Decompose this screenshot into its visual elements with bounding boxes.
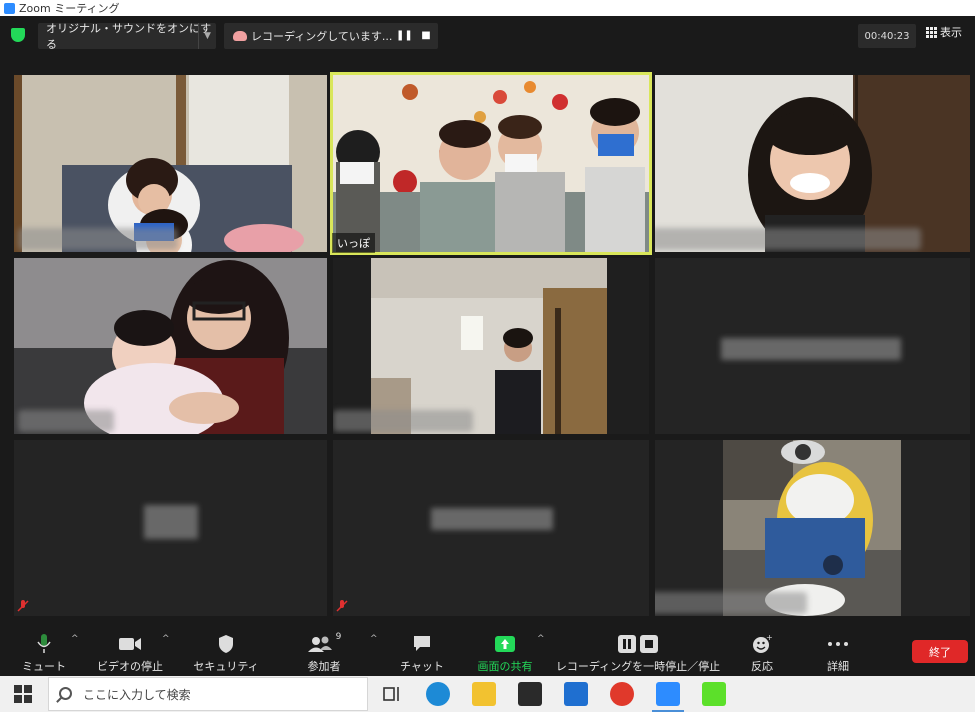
video-tile-8[interactable]	[333, 440, 649, 616]
zoom-taskbar-icon[interactable]	[652, 682, 684, 712]
blurred-participant-name	[144, 505, 198, 539]
participant-video	[14, 75, 327, 252]
share-screen-label: 画面の共有	[477, 660, 533, 673]
share-screen-button[interactable]: 画面の共有	[473, 626, 537, 676]
chat-label: チャット	[400, 660, 444, 673]
more-button[interactable]: 詳細	[820, 626, 856, 676]
view-button[interactable]: 表示	[926, 24, 962, 40]
video-options-chevron-icon[interactable]: ^	[162, 634, 170, 644]
video-tile-active-speaker[interactable]: いっぽ	[330, 72, 652, 255]
blurred-name-label	[18, 410, 114, 432]
blurred-participant-name	[431, 508, 553, 530]
chat-button[interactable]: チャット	[400, 626, 444, 676]
recording-indicator: レコーディングしています... ❚❚ ■	[224, 23, 438, 49]
participants-count: 9	[335, 632, 342, 642]
participant-video	[14, 258, 327, 434]
view-label: 表示	[940, 26, 962, 39]
window-title: Zoom ミーティング	[19, 2, 120, 15]
participants-button[interactable]: 9 参加者	[303, 626, 345, 676]
participants-icon	[307, 636, 332, 652]
reactions-button[interactable]: + 反応	[744, 626, 780, 676]
blurred-name-label	[655, 592, 807, 614]
reactions-label: 反応	[751, 660, 773, 673]
video-tile-3[interactable]	[655, 75, 970, 252]
security-label: セキュリティ	[193, 660, 259, 673]
stop-video-button[interactable]: ビデオの停止	[96, 626, 164, 676]
meeting-toolbar: ミュート ^ ビデオの停止 ^ セキュリティ 9 参加者 ^ チャット 画面の共…	[0, 626, 975, 676]
security-shield-icon	[219, 635, 233, 653]
windows-taskbar: ここに入力して検索	[0, 676, 975, 712]
active-speaker-name: いっぽ	[332, 233, 375, 253]
participants-label: 参加者	[307, 660, 341, 673]
pause-stop-recording-label: レコーディングを一時停止／停止	[555, 660, 721, 673]
muted-mic-icon	[17, 600, 29, 612]
mute-button[interactable]: ミュート	[22, 626, 66, 676]
video-tile-4[interactable]	[14, 258, 327, 434]
encryption-shield-icon[interactable]	[11, 28, 25, 42]
participant-video	[723, 440, 901, 616]
share-options-chevron-icon[interactable]: ^	[537, 634, 545, 644]
video-tile-7[interactable]	[14, 440, 327, 616]
pause-stop-recording-button[interactable]: レコーディングを一時停止／停止	[556, 626, 720, 676]
pause-recording-icon[interactable]: ❚❚	[396, 30, 413, 42]
mute-options-chevron-icon[interactable]: ^	[71, 634, 79, 644]
task-view-icon[interactable]	[380, 682, 404, 706]
participant-video	[330, 72, 652, 255]
participant-video	[371, 258, 607, 434]
smiley-reaction-icon: +	[753, 634, 772, 653]
search-placeholder: ここに入力して検索	[83, 687, 191, 702]
grid-view-icon	[926, 26, 937, 38]
search-icon	[59, 687, 72, 700]
video-tile-1[interactable]	[14, 75, 327, 252]
windows-start-icon[interactable]	[14, 685, 32, 703]
stop-recording-icon[interactable]: ■	[420, 30, 432, 42]
edge-browser-icon[interactable]	[426, 682, 450, 706]
chrome-browser-icon[interactable]	[610, 682, 634, 706]
mute-label: ミュート	[22, 660, 66, 673]
blurred-name-label	[18, 228, 178, 250]
blurred-name-label	[333, 410, 473, 432]
microsoft-store-icon[interactable]	[518, 682, 542, 706]
stop-video-label: ビデオの停止	[97, 660, 163, 673]
blurred-name-label	[655, 228, 921, 250]
share-screen-icon	[495, 636, 515, 652]
participant-video	[655, 75, 970, 252]
original-sound-label: オリジナル・サウンドをオンにする	[46, 22, 212, 51]
recording-status-text: レコーディングしています...	[251, 30, 393, 43]
zoom-app-icon	[4, 2, 15, 14]
video-tile-9[interactable]	[655, 440, 970, 616]
svg-text:+: +	[766, 634, 772, 642]
video-tile-6[interactable]	[655, 258, 970, 434]
chevron-down-icon[interactable]: ▼	[198, 23, 216, 49]
original-sound-button[interactable]: オリジナル・サウンドをオンにする ▼	[38, 22, 216, 51]
video-camera-icon	[119, 638, 141, 650]
participants-options-chevron-icon[interactable]: ^	[370, 634, 378, 644]
app-taskbar-icon[interactable]	[702, 682, 726, 706]
mail-icon[interactable]	[564, 682, 588, 706]
end-meeting-button[interactable]: 終了	[912, 640, 968, 663]
blurred-participant-name	[721, 338, 901, 360]
file-explorer-icon[interactable]	[472, 682, 496, 706]
meeting-timer: 00:40:23	[858, 24, 916, 48]
more-label: 詳細	[827, 660, 849, 673]
microphone-icon	[37, 634, 51, 653]
security-button[interactable]: セキュリティ	[193, 626, 259, 676]
window-title-bar: Zoom ミーティング	[0, 0, 975, 16]
pause-stop-record-icon	[618, 635, 658, 653]
more-ellipsis-icon	[828, 642, 848, 646]
cloud-record-icon	[233, 31, 247, 41]
video-tile-5[interactable]	[333, 258, 649, 434]
muted-mic-icon	[336, 600, 348, 612]
chat-bubble-icon	[414, 636, 430, 651]
taskbar-search-box[interactable]: ここに入力して検索	[48, 677, 368, 711]
